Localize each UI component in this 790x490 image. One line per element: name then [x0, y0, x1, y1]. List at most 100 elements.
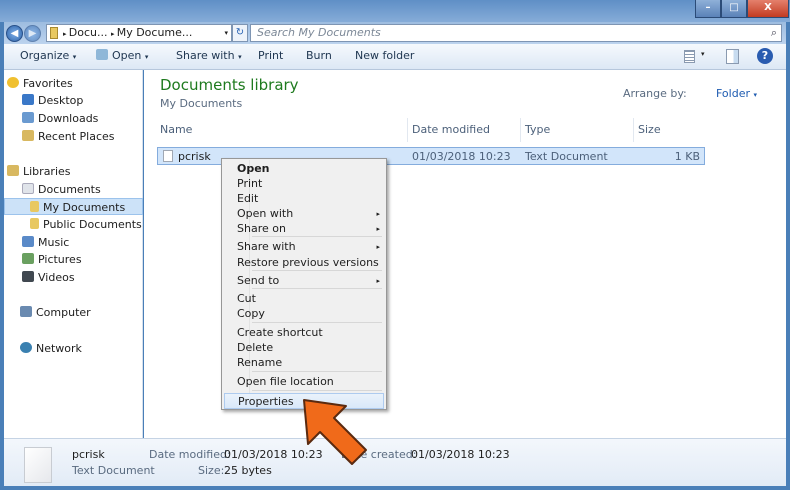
column-divider[interactable] — [407, 118, 408, 142]
burn-button[interactable]: Burn — [306, 49, 332, 62]
view-options-icon[interactable] — [684, 50, 695, 63]
star-icon — [7, 77, 19, 88]
file-size: 1 KB — [674, 150, 700, 163]
chevron-down-icon[interactable]: ▾ — [224, 25, 228, 41]
nav-music[interactable]: Music — [4, 234, 143, 251]
menu-item-share-with[interactable]: Share with ▸ — [224, 239, 384, 255]
search-input[interactable]: Search My Documents ⌕ — [250, 24, 782, 42]
menu-item-edit[interactable]: Edit — [224, 191, 384, 207]
share-with-button[interactable]: Share with ▾ — [176, 49, 242, 62]
pointer-arrow-annotation — [303, 399, 367, 465]
menu-item-label: Print — [237, 177, 263, 190]
breadcrumb[interactable]: ▸ Docu... ▸ My Docume... ▾ — [46, 24, 232, 42]
breadcrumb-my-documents[interactable]: My Docume... — [117, 26, 193, 39]
column-header-size[interactable]: Size — [638, 123, 661, 143]
menu-item-label: Share with — [237, 240, 296, 253]
folder-icon — [30, 201, 39, 212]
organize-button[interactable]: Organize ▾ — [20, 49, 76, 62]
computer-icon — [20, 306, 32, 317]
navigation-pane: Favorites Desktop Downloads Recent Place… — [4, 70, 143, 438]
menu-item-restore-previous-versions[interactable]: Restore previous versions — [224, 255, 384, 271]
size-label: Size: — [198, 464, 225, 477]
column-header-name[interactable]: Name — [160, 123, 192, 143]
nav-computer[interactable]: Computer — [4, 304, 143, 321]
search-placeholder: Search My Documents — [257, 26, 381, 39]
print-button[interactable]: Print — [258, 49, 283, 62]
menu-separator — [252, 371, 382, 372]
nav-favorites[interactable]: Favorites — [4, 75, 143, 92]
menu-item-cut[interactable]: Cut — [224, 291, 384, 307]
menu-item-label: Rename — [237, 356, 283, 369]
nav-videos[interactable]: Videos — [4, 269, 143, 286]
column-divider[interactable] — [520, 118, 521, 142]
nav-libraries[interactable]: Libraries — [4, 163, 143, 180]
back-button[interactable]: ◀ — [6, 25, 23, 42]
menu-item-copy[interactable]: Copy — [224, 306, 384, 322]
menu-item-create-shortcut[interactable]: Create shortcut — [224, 325, 384, 341]
column-header-type[interactable]: Type — [525, 123, 550, 143]
menu-item-label: Edit — [237, 192, 259, 205]
menu-item-open[interactable]: Open — [224, 161, 384, 177]
nav-recent-places[interactable]: Recent Places — [4, 128, 143, 145]
nav-public-documents[interactable]: Public Documents — [4, 216, 143, 233]
menu-item-label: Cut — [237, 292, 256, 305]
menu-item-send-to[interactable]: Send to ▸ — [224, 273, 384, 289]
text-file-icon — [163, 150, 173, 162]
size-value: 25 bytes — [224, 464, 272, 477]
pictures-icon — [22, 253, 34, 264]
menu-item-label: Send to — [237, 274, 280, 287]
menu-item-rename[interactable]: Rename — [224, 355, 384, 371]
menu-separator — [252, 322, 382, 323]
folder-icon — [30, 218, 39, 229]
file-type: Text Document — [525, 150, 608, 163]
open-button[interactable]: Open ▾ — [96, 49, 148, 62]
documents-icon — [22, 183, 34, 194]
arrange-by-label: Arrange by: — [623, 87, 687, 100]
nav-desktop[interactable]: Desktop — [4, 92, 143, 109]
new-folder-button[interactable]: New folder — [355, 49, 414, 62]
title-bar: – □ X — [0, 0, 790, 22]
context-menu: Open Print Edit Open with ▸ Share on ▸ Share wi… — [221, 158, 387, 410]
network-icon — [20, 342, 32, 353]
arrange-by-dropdown[interactable]: Folder ▾ — [716, 87, 757, 100]
help-icon[interactable]: ? — [757, 48, 773, 64]
menu-item-label: Open file location — [237, 375, 334, 388]
preview-pane-icon[interactable] — [726, 49, 739, 64]
submenu-arrow-icon: ▸ — [376, 225, 380, 233]
column-divider[interactable] — [633, 118, 634, 142]
maximize-button[interactable]: □ — [721, 0, 747, 18]
menu-item-open-file-location[interactable]: Open file location — [224, 374, 384, 390]
menu-item-open-with[interactable]: Open with ▸ — [224, 206, 384, 222]
menu-item-label: Open — [237, 162, 270, 175]
libraries-icon — [7, 165, 19, 176]
breadcrumb-documents[interactable]: Docu... — [69, 26, 108, 39]
refresh-button[interactable]: ↻ — [232, 24, 248, 42]
nav-network[interactable]: Network — [4, 340, 143, 357]
command-bar: Organize ▾ Open ▾ Share with ▾ Print Bur… — [4, 44, 786, 70]
minimize-button[interactable]: – — [695, 0, 721, 18]
address-bar: ◀ ▶ ▸ Docu... ▸ My Docume... ▾ ↻ Search … — [4, 22, 786, 44]
nav-downloads[interactable]: Downloads — [4, 110, 143, 127]
forward-button[interactable]: ▶ — [24, 25, 41, 42]
file-date: 01/03/2018 10:23 — [412, 150, 511, 163]
column-header-date-modified[interactable]: Date modified — [412, 123, 490, 143]
menu-item-label: Open with — [237, 207, 294, 220]
date-created-value: 01/03/2018 10:23 — [411, 448, 510, 461]
menu-item-share-on[interactable]: Share on ▸ — [224, 221, 384, 237]
menu-item-label: Properties — [238, 395, 294, 408]
menu-item-label: Share on — [237, 222, 286, 235]
submenu-arrow-icon: ▸ — [376, 243, 380, 251]
submenu-arrow-icon: ▸ — [376, 277, 380, 285]
menu-item-print[interactable]: Print — [224, 176, 384, 192]
arrow-icon — [303, 399, 367, 465]
nav-my-documents[interactable]: My Documents — [4, 198, 143, 215]
status-file-type: Text Document — [72, 464, 155, 477]
file-name: pcrisk — [178, 150, 211, 163]
search-icon[interactable]: ⌕ — [771, 25, 777, 41]
close-button[interactable]: X — [747, 0, 789, 18]
nav-documents[interactable]: Documents — [4, 181, 143, 198]
menu-item-label: Create shortcut — [237, 326, 323, 339]
nav-pictures[interactable]: Pictures — [4, 251, 143, 268]
menu-item-delete[interactable]: Delete — [224, 340, 384, 356]
chevron-down-icon[interactable]: ▾ — [701, 50, 705, 58]
